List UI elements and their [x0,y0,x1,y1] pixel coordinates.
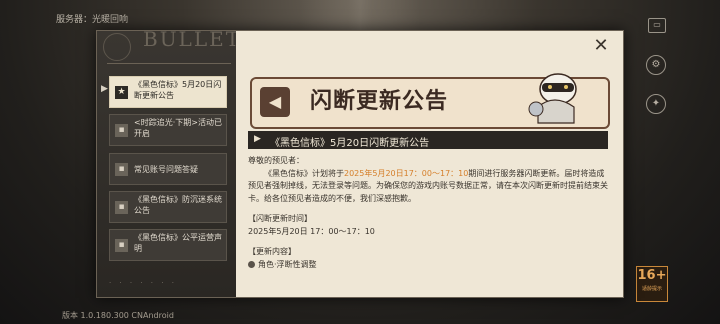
event-icon[interactable]: ✦ [646,94,666,114]
divider [107,63,231,64]
menu-item-label: 《黑色信标》公平运营声明 [134,233,222,253]
announcement-dialog: BULLET ▶ ★ 《黑色信标》5月20日闪断更新公告 ▪ <时踪追光·下期>… [96,27,624,298]
announcement-content[interactable]: ◀ 闪断更新公告 ▶ 《黑色信标》5月20日闪断更新公告 尊敬的预见者： 《黑色… [236,31,623,297]
greeting: 尊敬的预见者： [248,156,304,165]
emblem-icon [103,33,131,61]
age-rating-badge: 16+ 适龄提示 [636,266,668,302]
highlight-time: 2025年5月20日17：00～17：10 [344,168,469,178]
menu-item-fair-play[interactable]: ▪ 《黑色信标》公平运营声明 [109,229,227,261]
article-heading-bar: ▶ 《黑色信标》5月20日闪断更新公告 [248,131,608,149]
section-title-content: 【更新内容】 [248,247,296,256]
decorative-dots: · · · · · · · [109,279,177,287]
bullet-icon [248,260,255,268]
menu-item-anti-addiction[interactable]: ▪ 《黑色信标》防沉迷系统公告 [109,191,227,223]
age-rating-value: 16+ [637,268,667,283]
section-value-time: 2025年5月20日 17：00～17：10 [248,226,375,236]
heading-arrow-icon: ▶ [254,134,261,144]
mascot-icon [528,73,577,124]
bookmark-icon: ▪ [115,201,128,214]
bookmark-icon: ▪ [115,239,128,252]
megaphone-icon: ◀ [260,87,290,117]
announcement-sidebar: BULLET ▶ ★ 《黑色信标》5月20日闪断更新公告 ▪ <时踪追光·下期>… [97,27,239,297]
close-icon: ✕ [593,35,609,56]
bookmark-icon: ▪ [115,163,128,176]
menu-item-event[interactable]: ▪ <时踪追光·下期>活动已开启 [109,114,227,146]
menu-item-label: 《黑色信标》5月20日闪断更新公告 [134,80,222,100]
dialog-header-title: BULLET [143,27,242,51]
menu-item-label: <时踪追光·下期>活动已开启 [134,118,222,138]
server-label: 服务器：光暖回响 [56,15,129,25]
age-rating-caption: 适龄提示 [641,286,662,292]
settings-icon[interactable]: ⚙ [646,55,666,75]
menu-item-label: 《黑色信标》防沉迷系统公告 [134,195,222,215]
paragraph-1: 《黑色信标》计划将于2025年5月20日17：00～17：10期间进行服务器闪断… [248,168,608,203]
section-item: 角色·浮断性调整 [248,259,610,272]
version-label: 版本 1.0.180.300 CNAndroid [62,311,174,320]
menu-item-account-faq[interactable]: ▪ 常见账号问题答疑 [109,153,227,185]
menu-item-label: 常见账号问题答疑 [134,165,198,174]
menu-item-update-notice[interactable]: ★ 《黑色信标》5月20日闪断更新公告 [109,76,227,108]
section-title-time: 【闪断更新时间】 [248,214,312,223]
close-button[interactable]: ✕ [593,37,609,55]
mail-icon[interactable]: ▭ [648,18,666,33]
banner-title: 闪断更新公告 [310,89,449,114]
announcement-banner: ◀ 闪断更新公告 [250,73,610,129]
article-heading: 《黑色信标》5月20日闪断更新公告 [270,138,430,149]
bookmark-icon: ▪ [115,124,128,137]
article-body: 尊敬的预见者： 《黑色信标》计划将于2025年5月20日17：00～17：10期… [248,155,610,271]
bookmark-icon: ★ [115,86,128,99]
active-indicator-icon: ▶ [101,84,108,94]
